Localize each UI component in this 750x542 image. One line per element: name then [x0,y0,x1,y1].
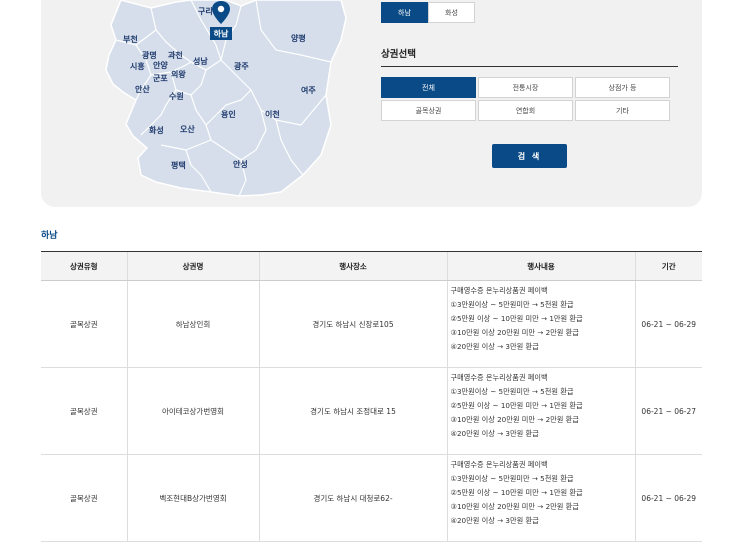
content-line: ①3만원이상 ~ 5만원미만 → 5천원 환급 [450,300,574,309]
map-label-yangpyeong[interactable]: 양평 [291,33,306,43]
cell-name: 아이테코상가번영회 [126,367,259,455]
map-label-suwon[interactable]: 수원 [169,91,184,101]
region-tabs: 하남 화성 [381,2,475,23]
map-label-icheon[interactable]: 이천 [265,109,280,119]
cell-period: 06-21 ~ 06-29 [634,280,702,368]
table-row: 골목상권 아이테코상가번영회 경기도 하남시 조정대로 15 구매영수증 온누리… [41,367,702,455]
map-label-uiwang[interactable]: 의왕 [171,69,186,79]
content-line: ④20만원 이상 → 3만원 환급 [450,429,539,438]
content-line: 구매영수증 온누리상품권 페이백 [450,373,548,382]
region-tab-hwaseong[interactable]: 화성 [428,2,475,23]
cell-period: 06-21 ~ 06-29 [634,454,702,542]
gyeonggi-map[interactable]: 구리 양평 부천 광명 과천 시흥 안양 성남 광주 군포 의왕 안산 수원 여… [41,0,371,207]
content-line: ③10만원 이상 20만원 미만 → 2만원 환급 [450,415,579,424]
header-type: 상권유형 [41,251,127,281]
content-line: ③10만원 이상 20만원 미만 → 2만원 환급 [450,328,579,337]
map-label-siheung[interactable]: 시흥 [130,61,145,71]
cell-content: 구매영수증 온누리상품권 페이백 ①3만원이상 ~ 5만원미만 → 5천원 환급… [446,280,635,368]
map-label-yeoju[interactable]: 여주 [301,85,316,95]
cell-place: 경기도 하남시 신장로105 [258,280,447,368]
content-line: ①3만원이상 ~ 5만원미만 → 5천원 환급 [450,474,574,483]
category-association-button[interactable]: 연합회 [478,100,573,121]
table-row: 골목상권 벡조현대B상가번영회 경기도 하남시 대청로62- 구매영수증 온누리… [41,454,702,542]
content-line: ①3만원이상 ~ 5만원미만 → 5천원 환급 [450,387,574,396]
category-alley-button[interactable]: 골목상권 [381,100,476,121]
map-label-ansan[interactable]: 안산 [135,84,150,94]
category-all-button[interactable]: 전체 [381,77,476,98]
cell-content: 구매영수증 온누리상품권 페이백 ①3만원이상 ~ 5만원미만 → 5천원 환급… [446,454,635,542]
category-divider [381,66,678,67]
cell-period: 06-21 ~ 06-27 [634,367,702,455]
filter-area: 하남 화성 상권선택 전체 전통시장 상점가 등 골목상권 연합회 기타 검 색 [381,0,681,200]
header-name: 상권명 [126,251,259,281]
content-line: 구매영수증 온누리상품권 페이백 [450,460,548,469]
map-label-hanam[interactable]: 하남 [214,29,229,39]
cell-name: 벡조현대B상가번영회 [126,454,259,542]
table-header-row: 상권유형 상권명 행사장소 행사내용 기간 [41,251,702,281]
cell-type: 골목상권 [41,367,127,455]
category-title: 상권선택 [381,49,416,60]
search-panel: 구리 양평 부천 광명 과천 시흥 안양 성남 광주 군포 의왕 안산 수원 여… [41,0,702,207]
map-label-bucheon[interactable]: 부천 [123,34,138,44]
map-label-gwacheon[interactable]: 과천 [168,50,183,60]
event-table: 상권유형 상권명 행사장소 행사내용 기간 골목상권 하남상인회 경기도 하남시… [41,251,702,542]
map-label-gwangju[interactable]: 광주 [234,61,249,71]
content-line: ②5만원 이상 ~ 10만원 미만 → 1만원 환급 [450,488,583,497]
map-label-anyang[interactable]: 안양 [153,60,168,70]
map-label-guri[interactable]: 구리 [198,6,213,16]
cell-name: 하남상인회 [126,280,259,368]
region-tab-hanam[interactable]: 하남 [381,2,428,23]
header-place: 행사장소 [258,251,447,281]
search-button[interactable]: 검 색 [492,144,567,168]
map-label-yongin[interactable]: 용인 [221,109,236,119]
result-region-title: 하남 [41,231,58,241]
category-traditional-market-button[interactable]: 전통시장 [478,77,573,98]
map-label-gwangmyeong[interactable]: 광명 [142,50,157,60]
cell-type: 골목상권 [41,454,127,542]
table-row: 골목상권 하남상인회 경기도 하남시 신장로105 구매영수증 온누리상품권 페… [41,280,702,368]
content-line: ④20만원 이상 → 3만원 환급 [450,516,539,525]
content-line: ④20만원 이상 → 3만원 환급 [450,342,539,351]
header-content: 행사내용 [446,251,635,281]
content-line: ②5만원 이상 ~ 10만원 미만 → 1만원 환급 [450,401,583,410]
cell-type: 골목상권 [41,280,127,368]
map-label-seongnam[interactable]: 성남 [193,56,208,66]
content-line: 구매영수증 온누리상품권 페이백 [450,286,548,295]
category-buttons: 전체 전통시장 상점가 등 골목상권 연합회 기타 [381,77,670,121]
map-label-hwaseong[interactable]: 화성 [149,125,164,135]
header-period: 기간 [634,251,702,281]
content-line: ③10만원 이상 20만원 미만 → 2만원 환급 [450,502,579,511]
cell-content: 구매영수증 온누리상품권 페이백 ①3만원이상 ~ 5만원미만 → 5천원 환급… [446,367,635,455]
category-shopping-street-button[interactable]: 상점가 등 [575,77,670,98]
map-label-gunpo[interactable]: 군포 [153,74,168,83]
category-other-button[interactable]: 기타 [575,100,670,121]
content-line: ②5만원 이상 ~ 10만원 미만 → 1만원 환급 [450,314,583,323]
map-label-pyeongtaek[interactable]: 평택 [171,160,186,170]
cell-place: 경기도 하남시 대청로62- [258,454,447,542]
map-label-osan[interactable]: 오산 [180,124,195,134]
map-label-anseong[interactable]: 안성 [233,159,248,169]
cell-place: 경기도 하남시 조정대로 15 [258,367,447,455]
